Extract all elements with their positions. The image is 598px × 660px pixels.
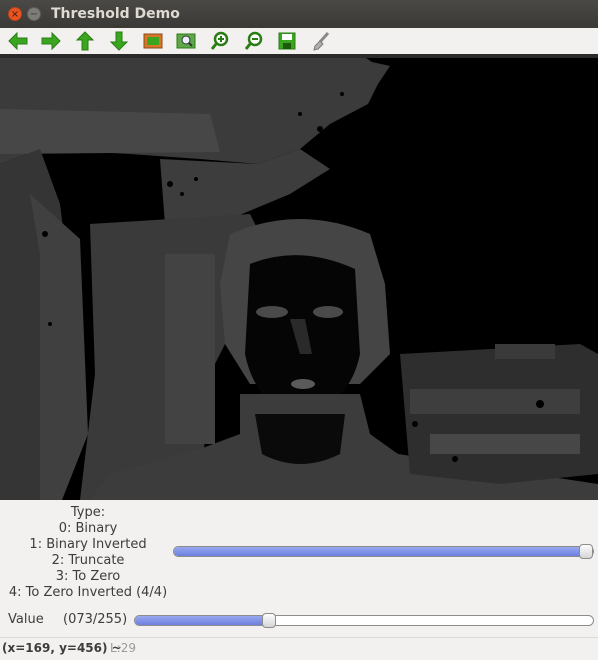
type-slider-handle[interactable] <box>579 544 593 559</box>
save-icon <box>278 32 296 50</box>
value-slider-handle[interactable] <box>262 613 276 628</box>
window-title: Threshold Demo <box>51 6 180 22</box>
save-button[interactable] <box>274 29 300 53</box>
type-label-binary-inverted: 1: Binary Inverted <box>29 537 147 552</box>
zoom-out-icon <box>244 31 263 50</box>
status-bar: (x=169, y=456) ~ L:29 <box>0 637 598 660</box>
properties-button[interactable] <box>308 29 334 53</box>
pan-up-button[interactable] <box>72 29 98 53</box>
value-count: (073/255) <box>63 612 128 627</box>
zoom-original-button[interactable] <box>173 29 199 53</box>
type-slider[interactable] <box>173 544 594 559</box>
minimize-window-button[interactable]: − <box>27 7 41 21</box>
zoom-fit-icon <box>143 33 163 49</box>
status-level: L:29 <box>110 641 136 655</box>
type-label-to-zero-inverted: 4: To Zero Inverted (4/4) <box>8 585 168 600</box>
value-slider-fill <box>135 616 269 625</box>
thresholded-webcam-image <box>0 54 598 500</box>
pan-right-icon <box>41 31 61 51</box>
zoom-out-button[interactable] <box>241 29 267 53</box>
zoom-in-icon <box>210 31 229 50</box>
close-window-button[interactable]: × <box>8 7 22 21</box>
zoom-fit-button[interactable] <box>140 29 166 53</box>
type-label-binary: 0: Binary <box>58 521 118 536</box>
title-bar: × − Threshold Demo <box>0 0 598 28</box>
pan-right-button[interactable] <box>38 29 64 53</box>
image-display[interactable] <box>0 54 598 500</box>
value-slider[interactable] <box>134 613 594 628</box>
pan-left-icon <box>8 31 28 51</box>
zoom-original-icon <box>176 33 196 49</box>
type-label-truncate: 2: Truncate <box>51 553 125 568</box>
type-label-title: Type: <box>70 505 106 520</box>
type-label-to-zero: 3: To Zero <box>55 569 121 584</box>
pan-up-icon <box>75 31 95 51</box>
value-label: Value <box>8 612 44 627</box>
toolbar <box>0 28 598 54</box>
status-coordinates: (x=169, y=456) ~ <box>2 641 122 655</box>
pan-down-icon <box>109 31 129 51</box>
type-slider-fill <box>174 547 586 556</box>
properties-brush-icon <box>313 32 330 51</box>
zoom-in-button[interactable] <box>207 29 233 53</box>
pan-left-button[interactable] <box>5 29 31 53</box>
pan-down-button[interactable] <box>106 29 132 53</box>
